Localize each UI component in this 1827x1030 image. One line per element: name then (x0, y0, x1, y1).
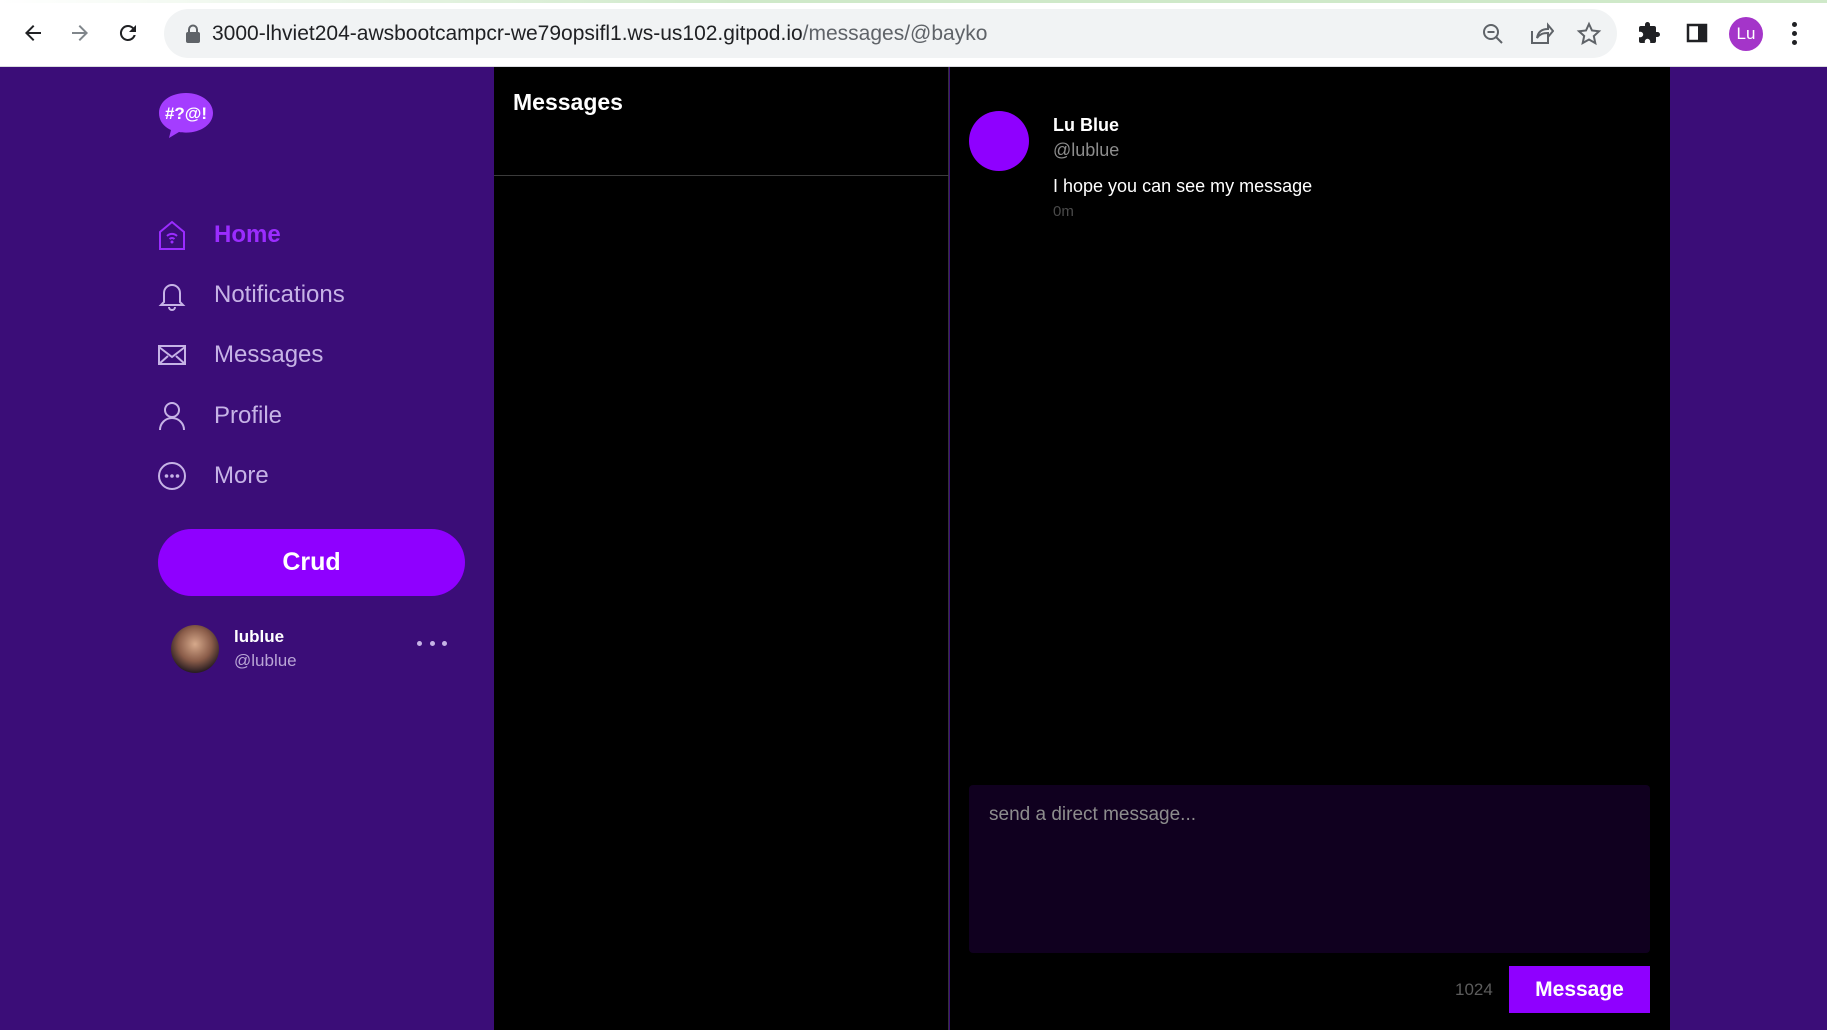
side-panel-icon[interactable] (1682, 18, 1712, 48)
app-root: #?@! Home Notifications Messages Profile (0, 67, 1827, 1030)
conversation-panel: Lu Blue @lublue I hope you can see my me… (950, 67, 1670, 1030)
url-text[interactable]: 3000-lhviet204-awsbootcampcr-we79opsifl1… (212, 22, 987, 46)
browser-toolbar: 3000-lhviet204-awsbootcampcr-we79opsifl1… (0, 0, 1827, 67)
sidebar-item-label: More (214, 462, 269, 489)
zoom-out-icon[interactable] (1480, 21, 1506, 47)
reload-button[interactable] (111, 16, 145, 50)
sidebar-item-messages[interactable]: Messages (157, 333, 323, 377)
back-arrow-icon (25, 25, 41, 41)
sidebar-item-label: Home (214, 221, 281, 248)
message-handle: @lublue (1053, 140, 1120, 160)
current-user-card[interactable]: lublue @lublue (171, 623, 461, 679)
avatar[interactable] (171, 625, 219, 673)
message-avatar (969, 111, 1029, 171)
reload-icon (119, 24, 136, 41)
browser-profile-avatar[interactable]: Lu (1729, 17, 1763, 51)
user-display-name: lublue (234, 627, 285, 646)
back-button[interactable] (16, 16, 50, 50)
right-gutter (1670, 67, 1827, 1030)
sidebar-item-label: Profile (214, 402, 283, 429)
character-count: 1024 (1455, 980, 1493, 999)
message-item[interactable]: Lu Blue @lublue I hope you can see my me… (969, 111, 1649, 231)
home-icon (157, 219, 187, 251)
message-groups-panel: Messages (494, 67, 949, 1030)
loading-bar (0, 0, 1827, 3)
send-message-button[interactable]: Message (1509, 966, 1650, 1013)
user-icon (157, 400, 187, 432)
sidebar: #?@! Home Notifications Messages Profile (0, 67, 494, 1030)
sidebar-item-label: Notifications (214, 281, 345, 308)
sidebar-item-label: Messages (214, 341, 324, 368)
envelope-icon (157, 339, 187, 371)
kebab-menu-icon[interactable] (1782, 18, 1806, 48)
svg-text:#?@!: #?@! (165, 104, 207, 123)
page-title: Messages (513, 89, 623, 115)
user-handle: @lublue (234, 651, 297, 670)
user-menu-icon[interactable] (417, 633, 447, 653)
message-display-name: Lu Blue (1053, 115, 1119, 135)
sidebar-item-more[interactable]: More (157, 454, 269, 498)
crud-button[interactable]: Crud (158, 529, 465, 596)
logo-icon[interactable]: #?@! (157, 91, 215, 139)
address-bar[interactable]: 3000-lhviet204-awsbootcampcr-we79opsifl1… (164, 9, 1617, 58)
forward-button[interactable] (63, 16, 97, 50)
forward-arrow-icon (72, 25, 88, 41)
message-time: 0m (1053, 203, 1074, 220)
message-composer (969, 785, 1650, 953)
sidebar-item-profile[interactable]: Profile (157, 394, 282, 438)
more-circle-icon (157, 460, 187, 492)
extensions-puzzle-icon[interactable] (1634, 18, 1664, 48)
sidebar-item-home[interactable]: Home (157, 213, 281, 257)
message-text: I hope you can see my message (1053, 176, 1313, 196)
bell-icon (157, 279, 187, 311)
message-input[interactable] (969, 785, 1650, 953)
bookmark-star-icon[interactable] (1576, 21, 1602, 47)
lock-icon[interactable] (184, 24, 202, 44)
share-icon[interactable] (1528, 21, 1554, 47)
divider (494, 175, 949, 176)
sidebar-item-notifications[interactable]: Notifications (157, 273, 345, 317)
